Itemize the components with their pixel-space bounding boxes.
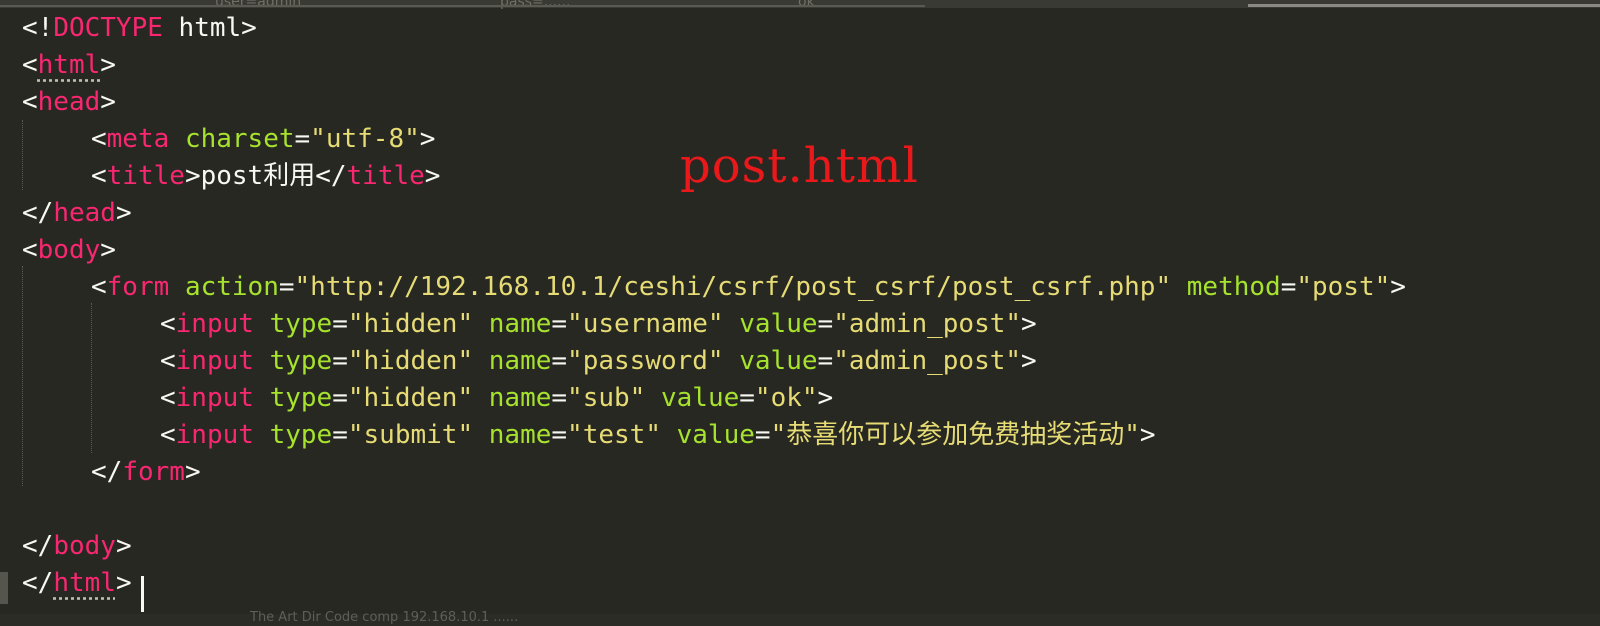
indent-guide-body [22,266,23,486]
text-cursor [141,576,144,612]
code-line-4: <meta charset="utf-8"> [91,124,436,154]
pane-divider-right [1248,4,1600,7]
code-line-1: <!DOCTYPE html> [22,13,257,43]
code-line-3: <head> [22,87,116,117]
code-line-6: </head> [22,198,132,228]
current-line-gutter-marker [0,572,8,604]
code-line-9: <input type="hidden" name="username" val… [160,309,1037,339]
code-line-11: <input type="hidden" name="sub" value="o… [160,383,834,413]
code-line-5: <title>post利用</title> [91,161,441,191]
code-line-2: <html> [22,50,116,80]
ghost-text-bottom: The Art Dir Code comp 192.168.10.1 .....… [250,610,519,625]
filename-annotation: post.html [680,138,919,194]
pane-divider-left [0,5,925,7]
previous-pane-edge: user=admin pass=...... ok [0,0,1600,10]
code-line-10: <input type="hidden" name="password" val… [160,346,1037,376]
code-line-13: </form> [91,457,201,487]
code-line-16: </html> [22,568,132,598]
indent-guide-form [91,303,92,453]
next-pane-edge: The Art Dir Code comp 192.168.10.1 .....… [0,610,1600,626]
code-line-7: <body> [22,235,116,265]
indent-guide-head [22,120,23,190]
code-editor[interactable]: user=admin pass=...... ok <!DOCTYPE html… [0,0,1600,626]
code-line-8: <form action="http://192.168.10.1/ceshi/… [91,272,1406,302]
code-line-12: <input type="submit" name="test" value="… [160,420,1156,450]
code-line-15: </body> [22,531,132,561]
